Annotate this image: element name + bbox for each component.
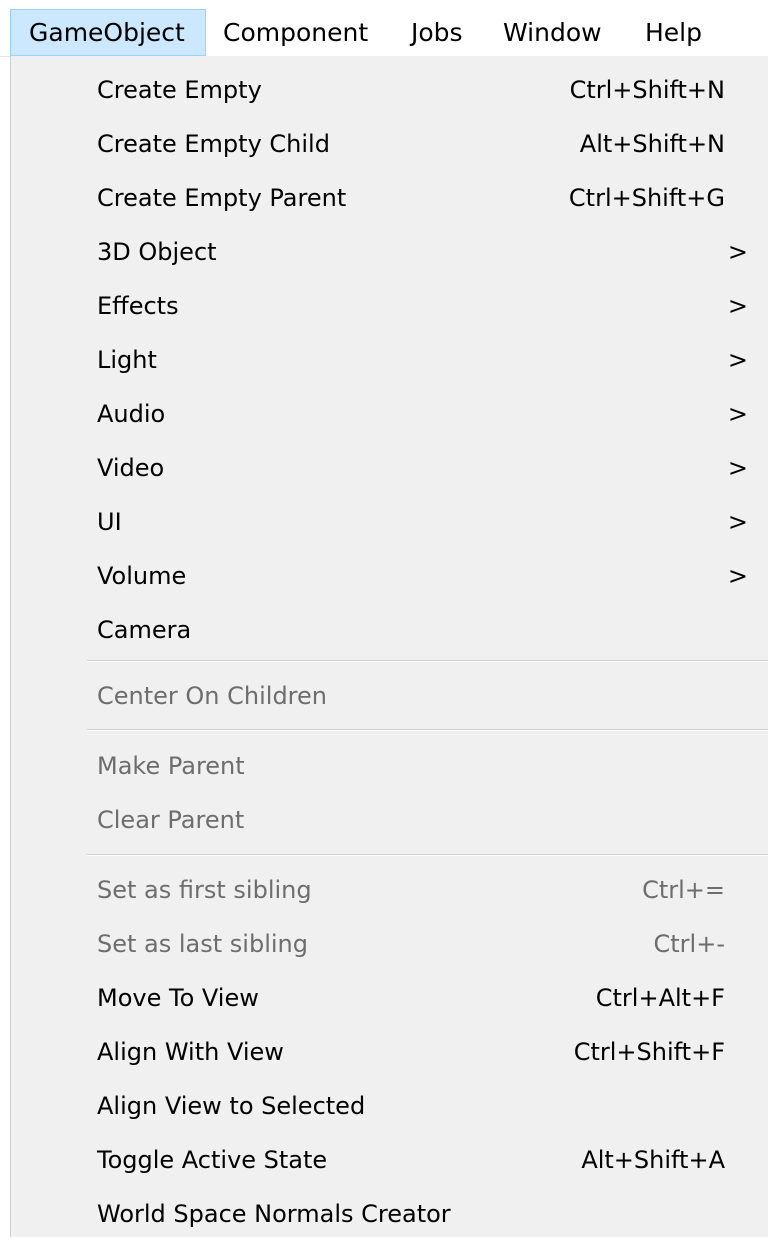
- gameobject-dropdown-menu: Create Empty Ctrl+Shift+N Create Empty C…: [10, 56, 768, 1237]
- menu-item-label: Audio: [97, 400, 166, 428]
- menu-bar: GameObject Component Jobs Window Help: [0, 0, 768, 57]
- menu-item-label: UI: [97, 508, 122, 536]
- menu-item-clear-parent: Clear Parent: [11, 793, 768, 847]
- menu-item-effects[interactable]: Effects >: [11, 279, 768, 333]
- menubar-window-label: Window: [503, 18, 602, 47]
- menu-item-shortcut: Ctrl+Shift+F: [573, 1038, 725, 1066]
- menubar-help-label: Help: [645, 18, 702, 47]
- menubar-component[interactable]: Component: [223, 9, 368, 56]
- menu-item-label: Set as first sibling: [97, 876, 312, 904]
- menu-item-create-empty[interactable]: Create Empty Ctrl+Shift+N: [11, 63, 768, 117]
- menu-item-align-with-view[interactable]: Align With View Ctrl+Shift+F: [11, 1025, 768, 1079]
- menu-item-label: World Space Normals Creator: [97, 1200, 451, 1228]
- menu-item-label: Center On Children: [97, 682, 327, 710]
- menu-item-camera[interactable]: Camera: [11, 603, 768, 657]
- menu-item-center-on-children: Center On Children: [11, 669, 768, 723]
- menu-separator: [87, 660, 768, 662]
- menu-item-create-empty-parent[interactable]: Create Empty Parent Ctrl+Shift+G: [11, 171, 768, 225]
- menubar-window[interactable]: Window: [503, 9, 602, 56]
- menu-item-label: Create Empty Child: [97, 130, 330, 158]
- menu-item-make-parent: Make Parent: [11, 739, 768, 793]
- menu-item-label: Move To View: [97, 984, 259, 1012]
- chevron-right-icon: >: [727, 292, 748, 320]
- menu-item-move-to-view[interactable]: Move To View Ctrl+Alt+F: [11, 971, 768, 1025]
- menubar-gameobject-label: GameObject: [29, 18, 185, 47]
- menu-item-3d-object[interactable]: 3D Object >: [11, 225, 768, 279]
- chevron-right-icon: >: [727, 238, 748, 266]
- menu-item-ui[interactable]: UI >: [11, 495, 768, 549]
- chevron-right-icon: >: [727, 508, 748, 536]
- chevron-right-icon: >: [727, 346, 748, 374]
- chevron-right-icon: >: [727, 400, 748, 428]
- menu-separator: [87, 854, 768, 856]
- menu-item-video[interactable]: Video >: [11, 441, 768, 495]
- menu-item-shortcut: Ctrl+Shift+N: [569, 76, 725, 104]
- menu-item-shortcut: Alt+Shift+N: [579, 130, 725, 158]
- menu-item-volume[interactable]: Volume >: [11, 549, 768, 603]
- menubar-jobs-label: Jobs: [411, 18, 463, 47]
- menu-item-world-space-normals-creator[interactable]: World Space Normals Creator: [11, 1187, 768, 1241]
- menu-item-audio[interactable]: Audio >: [11, 387, 768, 441]
- menu-item-shortcut: Ctrl+Alt+F: [595, 984, 725, 1012]
- menu-item-label: Clear Parent: [97, 806, 245, 834]
- menu-item-label: Make Parent: [97, 752, 245, 780]
- chevron-right-icon: >: [727, 562, 748, 590]
- menubar-jobs[interactable]: Jobs: [411, 9, 463, 56]
- menu-item-label: Video: [97, 454, 165, 482]
- menu-item-set-last-sibling: Set as last sibling Ctrl+-: [11, 917, 768, 971]
- menu-item-light[interactable]: Light >: [11, 333, 768, 387]
- menu-item-toggle-active-state[interactable]: Toggle Active State Alt+Shift+A: [11, 1133, 768, 1187]
- menubar-help[interactable]: Help: [645, 9, 702, 56]
- menubar-component-label: Component: [223, 18, 369, 47]
- menu-item-align-view-to-selected[interactable]: Align View to Selected: [11, 1079, 768, 1133]
- menu-item-shortcut: Alt+Shift+A: [581, 1146, 725, 1174]
- menu-item-label: Effects: [97, 292, 179, 320]
- menu-item-shortcut: Ctrl+=: [642, 876, 725, 904]
- menu-item-shortcut: Ctrl+Shift+G: [568, 184, 725, 212]
- chevron-right-icon: >: [727, 454, 748, 482]
- menu-item-label: Create Empty: [97, 76, 262, 104]
- menu-item-label: Camera: [97, 616, 192, 644]
- menu-item-label: Align With View: [97, 1038, 284, 1066]
- menubar-gameobject[interactable]: GameObject: [10, 9, 206, 56]
- menu-item-label: Set as last sibling: [97, 930, 308, 958]
- menu-item-label: 3D Object: [97, 238, 217, 266]
- menu-item-label: Create Empty Parent: [97, 184, 347, 212]
- menu-item-shortcut: Ctrl+-: [653, 930, 725, 958]
- menu-item-label: Light: [97, 346, 157, 374]
- menu-item-label: Volume: [97, 562, 187, 590]
- menu-item-label: Toggle Active State: [97, 1146, 328, 1174]
- menu-item-set-first-sibling: Set as first sibling Ctrl+=: [11, 863, 768, 917]
- menu-item-create-empty-child[interactable]: Create Empty Child Alt+Shift+N: [11, 117, 768, 171]
- menu-item-label: Align View to Selected: [97, 1092, 366, 1120]
- menu-separator: [87, 729, 768, 731]
